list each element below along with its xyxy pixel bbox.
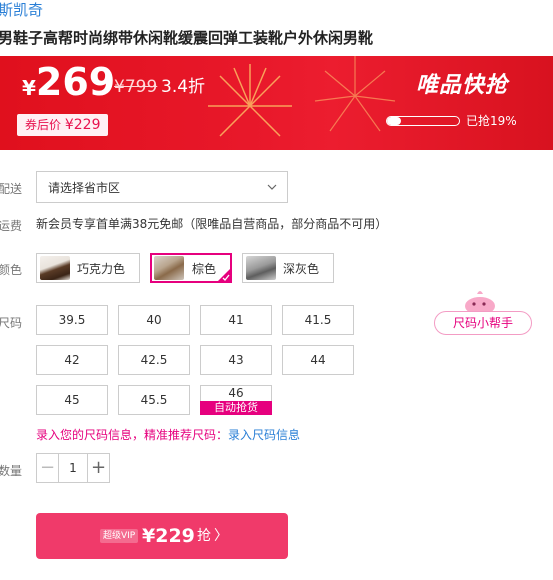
quantity-label: 数量 [0,464,23,478]
buy-now-button[interactable]: 超级VIP ¥229 抢 〉 [36,513,288,559]
coupon-price-badge: 券后价 ¥229 [17,114,109,136]
selected-check-icon [217,268,231,282]
discount-rate: 3.4折 [161,77,206,97]
shoe-thumbnail [40,256,70,280]
color-label: 颜色 [0,263,23,277]
chevron-right-icon: 〉 [214,528,228,544]
coupon-label: 券后价 [25,118,62,132]
size-option[interactable]: 45.5 [118,385,190,415]
size-option[interactable]: 45 [36,385,108,415]
size-option[interactable]: 41 [200,305,272,335]
firework-decoration [314,56,396,132]
size-option-sold-out[interactable]: 46 自动抢货 [200,385,272,415]
size-helper-button[interactable]: 尺码小帮手 [434,311,532,335]
coupon-price: ¥229 [64,117,101,133]
shipping-info: 新会员专享首单满38元免邮（限唯品自营商品，部分商品不可用） [36,217,388,231]
firework-decoration [208,64,292,137]
region-select-value: 请选择省市区 [48,181,121,195]
super-vip-tag: 超级VIP [100,529,139,543]
size-option[interactable]: 44 [282,345,354,375]
shoe-thumbnail [154,256,184,280]
original-price: ¥799 [114,77,158,97]
enter-size-link[interactable]: 录入尺码信息 [228,428,300,442]
color-option-label: 巧克力色 [77,262,126,276]
buy-price: ¥229 [142,525,195,547]
size-option[interactable]: 41.5 [282,305,354,335]
color-option-label: 棕色 [192,262,217,276]
color-option-label: 深灰色 [283,262,320,276]
size-tip: 录入您的尺码信息，精准推荐尺码：录入尺码信息 [36,427,300,443]
size-option[interactable]: 39.5 [36,305,108,335]
color-option-chocolate[interactable]: 巧克力色 [36,253,140,283]
brand-name[interactable]: 斯凯奇 [0,0,43,20]
delivery-label: 配送 [0,182,23,196]
flash-sale-title: 唯品快抢 [416,73,509,98]
size-option[interactable]: 42 [36,345,108,375]
size-option[interactable]: 43 [200,345,272,375]
sold-progress-fill [387,117,401,125]
color-option-dark-gray[interactable]: 深灰色 [242,253,334,283]
currency-symbol: ¥ [22,76,36,100]
sold-progress-bar [386,116,460,126]
size-option-label: 46 [228,386,244,400]
sold-progress-text: 已抢19% [466,114,517,128]
size-label: 尺码 [0,316,23,330]
decrease-button[interactable]: − [37,454,59,482]
auto-restock-tag: 自动抢货 [200,401,272,415]
size-option[interactable]: 40 [118,305,190,335]
chevron-down-icon [267,184,277,190]
flash-sale-banner: ¥269 ¥799 3.4折 券后价 ¥229 唯品快抢 已抢19% [0,56,553,150]
region-select[interactable]: 请选择省市区 [36,171,288,203]
color-option-brown[interactable]: 棕色 [150,253,232,283]
increase-button[interactable]: + [87,454,109,482]
sale-price: ¥269 [22,62,115,110]
product-title: 男鞋子高帮时尚绑带休闲靴缓震回弹工装靴户外休闲男靴 [0,29,374,47]
shoe-thumbnail [246,256,276,280]
buy-action-label: 抢 [197,528,211,544]
quantity-stepper[interactable]: − 1 + [36,453,110,483]
size-option[interactable]: 42.5 [118,345,190,375]
sale-price-value: 269 [35,60,116,104]
size-tip-text: 录入您的尺码信息，精准推荐尺码： [36,428,229,442]
shipping-label: 运费 [0,219,23,233]
quantity-value[interactable]: 1 [59,454,87,482]
